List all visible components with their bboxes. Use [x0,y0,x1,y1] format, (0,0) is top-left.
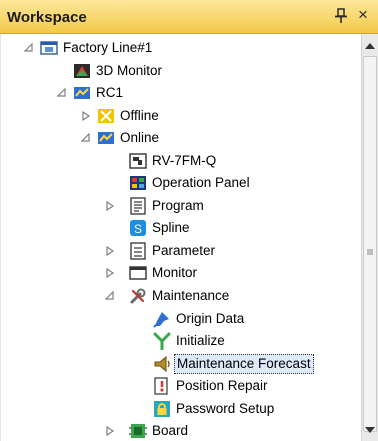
tree-node-origin-data[interactable]: Origin Data [1,308,361,330]
expanded-arrow-icon[interactable] [24,43,34,53]
parameter-icon [130,242,146,260]
robot-controller-icon [74,87,90,99]
tree-node-label: Monitor [152,265,198,280]
tree-node-label: Maintenance Forecast [174,354,314,374]
tree-node-operation-panel[interactable]: Operation Panel [1,172,361,194]
tree-node-initialize[interactable]: Initialize [1,330,361,352]
board-icon [129,424,147,438]
vertical-scrollbar[interactable] [361,34,378,441]
collapsed-arrow-icon[interactable] [105,246,115,256]
tree-node-label: Initialize [176,333,225,348]
tree-node-label: Maintenance [152,288,230,303]
position-repair-icon [154,377,168,395]
maintenance-icon [130,288,146,304]
tree-node-monitor[interactable]: Monitor [1,262,361,284]
expanded-arrow-icon[interactable] [57,88,67,98]
scrollbar-thumb[interactable] [363,56,377,432]
offline-icon [98,109,114,123]
tree-node-maintenance-forecast[interactable]: Maintenance Forecast [1,353,361,375]
tree-node-label: Position Repair [176,378,268,393]
tree-node-board[interactable]: Board [1,420,361,441]
expanded-arrow-icon[interactable] [81,133,91,143]
tree-node-offline[interactable]: Offline [1,105,361,127]
collapsed-arrow-icon[interactable] [105,201,115,211]
collapsed-arrow-icon[interactable] [105,426,115,436]
panel-titlebar: Workspace × [0,0,378,34]
online-icon [98,132,114,144]
tree-node-label: RV-7FM-Q [152,153,217,168]
workspace-panel: Workspace × Factory Line#1 3D Monitor RC… [0,0,378,441]
tree-node-position-repair[interactable]: Position Repair [1,375,361,397]
tree-node-rc1[interactable]: RC1 [1,82,361,104]
spline-icon: S [130,220,146,236]
tree-node-robot-model[interactable]: RV-7FM-Q [1,150,361,172]
scroll-down-icon[interactable] [362,422,378,438]
tree-node-label: Program [152,198,204,213]
collapsed-arrow-icon[interactable] [105,268,115,278]
tree-node-label: Operation Panel [152,175,250,190]
tree-node-label: RC1 [96,85,124,100]
tree-node-label: Origin Data [176,311,245,326]
password-setup-icon [154,401,170,417]
initialize-icon [153,332,171,350]
tree-node-password-setup[interactable]: Password Setup [1,398,361,420]
tree-node-label: Spline [152,220,190,235]
scroll-up-icon[interactable] [362,38,378,54]
workspace-tree: Factory Line#1 3D Monitor RC1 Offline On… [0,34,361,441]
tree-node-spline[interactable]: S Spline [1,217,361,239]
tree-node-3d-monitor[interactable]: 3D Monitor [1,60,361,82]
collapsed-arrow-icon[interactable] [81,111,91,121]
origin-data-icon [153,312,169,328]
svg-text:S: S [134,222,142,236]
maintenance-forecast-icon [154,355,170,373]
tree-node-label: 3D Monitor [96,63,163,78]
scrollbar-grip-icon [367,249,373,255]
panel-title: Workspace [7,9,87,26]
tree-node-online[interactable]: Online [1,127,361,149]
workspace-icon [40,41,58,55]
expanded-arrow-icon[interactable] [105,291,115,301]
program-icon [130,197,146,215]
pin-icon[interactable] [334,7,348,25]
robot-model-icon [129,153,147,169]
tree-node-label: Online [120,130,160,145]
tree-node-label: Board [152,423,189,438]
tree-node-program[interactable]: Program [1,195,361,217]
tree-node-label: Parameter [152,243,216,258]
3d-monitor-icon [74,64,90,78]
tree-node-label: Offline [120,108,159,123]
operation-panel-icon [130,176,146,190]
tree-node-label: Password Setup [176,401,275,416]
monitor-icon [129,266,147,280]
tree-node-label: Factory Line#1 [63,40,153,55]
close-icon[interactable]: × [355,6,371,24]
tree-node-maintenance[interactable]: Maintenance [1,285,361,307]
tree-node-factory-line[interactable]: Factory Line#1 [1,37,361,59]
tree-node-parameter[interactable]: Parameter [1,240,361,262]
